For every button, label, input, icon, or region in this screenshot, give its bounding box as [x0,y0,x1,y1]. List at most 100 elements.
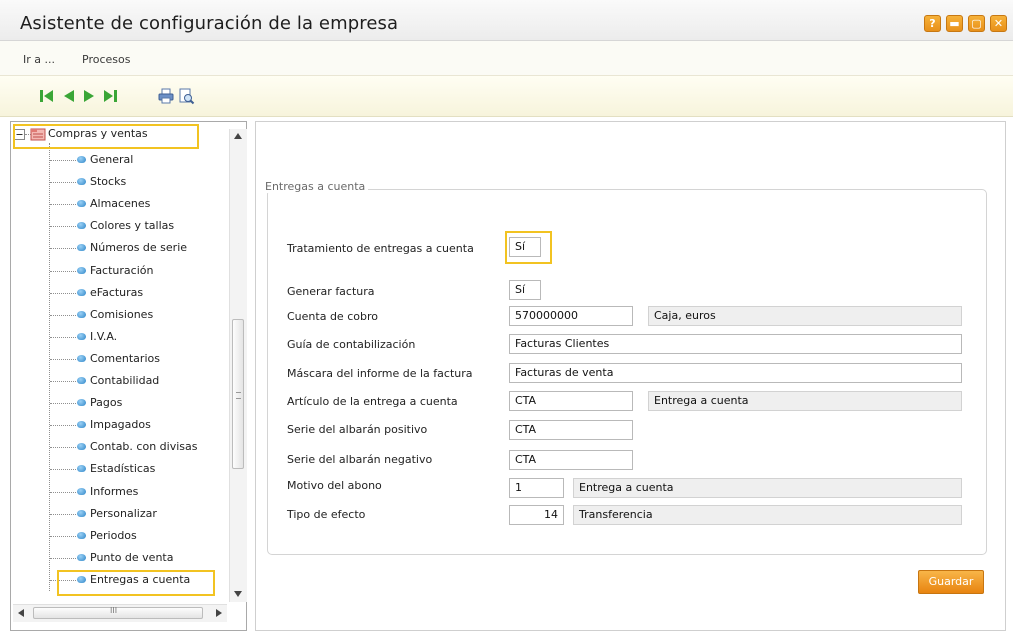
tree-connector [50,337,76,338]
last-record-icon[interactable] [101,87,119,105]
tree-connector [50,514,76,515]
generar-factura-field[interactable]: Sí [509,280,541,300]
leaf-icon [77,200,86,207]
cuenta-cobro-field[interactable]: 570000000 [509,306,633,326]
tree-connector [50,425,76,426]
grip-icon: III [110,606,118,615]
tree-connector [50,182,76,183]
horizontal-scroll-thumb[interactable]: III [33,606,203,619]
label-mascara: Máscara del informe de la factura [287,367,473,380]
next-record-icon[interactable] [80,87,98,105]
tree-item[interactable]: Impagados [90,416,151,434]
window-title: Asistente de configuración de la empresa [20,13,399,34]
serie-positivo-field[interactable]: CTA [509,420,633,440]
leaf-icon [77,267,86,274]
tree-item[interactable]: I.V.A. [90,328,117,346]
menu-bar: Ir a ... Procesos [0,41,1013,76]
tree-connector [49,143,50,591]
articulo-field[interactable]: CTA [509,391,633,411]
tree-item[interactable]: Facturación [90,262,153,280]
close-button[interactable]: ✕ [990,15,1007,32]
print-preview-icon[interactable] [177,87,195,105]
tree-item[interactable]: Informes [90,483,138,501]
leaf-icon [77,355,86,362]
vertical-scroll-thumb[interactable] [232,319,244,469]
leaf-icon [77,465,86,472]
tree-item[interactable]: Almacenes [90,195,150,213]
leaf-icon [77,178,86,185]
tree-item[interactable]: Contabilidad [90,372,159,390]
serie-negativo-field[interactable]: CTA [509,450,633,470]
tree-item[interactable]: Stocks [90,173,126,191]
tree-item[interactable]: Estadísticas [90,460,155,478]
leaf-icon [77,333,86,340]
leaf-icon [77,156,86,163]
motivo-description: Entrega a cuenta [573,478,962,498]
minimize-button[interactable]: ▬ [946,15,963,32]
tree-connector [50,492,76,493]
tree-connector [50,359,76,360]
motivo-field[interactable]: 1 [509,478,564,498]
tree-item[interactable]: Contab. con divisas [90,438,197,456]
title-bar: Asistente de configuración de la empresa… [0,0,1013,41]
tree-connector [50,558,76,559]
highlight-entregas-a-cuenta [57,570,215,596]
tree-connector [50,403,76,404]
leaf-icon [77,488,86,495]
tree-item[interactable]: Punto de venta [90,549,173,567]
tree-connector [50,447,76,448]
label-tratamiento: Tratamiento de entregas a cuenta [287,242,474,255]
save-button[interactable]: Guardar [918,570,984,594]
tree-connector [50,248,76,249]
setup-wizard-window: Asistente de configuración de la empresa… [0,0,1013,636]
help-button[interactable]: ? [924,15,941,32]
tree-item[interactable]: eFacturas [90,284,143,302]
tree-connector [50,315,76,316]
print-icon[interactable] [157,87,175,105]
leaf-icon [77,311,86,318]
scroll-left-icon[interactable] [18,609,24,617]
tree-connector [50,226,76,227]
menu-ir-a[interactable]: Ir a ... [23,53,55,66]
tree-connector [50,204,76,205]
guia-field[interactable]: Facturas Clientes [509,334,962,354]
tree-item[interactable]: Números de serie [90,239,187,257]
group-title: Entregas a cuenta [262,180,369,193]
leaf-icon [77,244,86,251]
tree-item[interactable]: Periodos [90,527,137,545]
tree-item[interactable]: Comisiones [90,306,153,324]
previous-record-icon[interactable] [60,87,78,105]
toolbar [0,76,1013,117]
maximize-button[interactable]: ▢ [968,15,985,32]
highlight-tratamiento [505,231,552,264]
label-serie-negativo: Serie del albarán negativo [287,453,433,466]
navigation-tree: Compras y ventas III General Stocks Almace… [10,121,247,631]
menu-procesos[interactable]: Procesos [82,53,130,66]
scroll-down-icon[interactable] [234,591,242,597]
label-cuenta-cobro: Cuenta de cobro [287,310,378,323]
tree-connector [50,381,76,382]
tree-connector [50,160,76,161]
leaf-icon [77,222,86,229]
tree-item[interactable]: Pagos [90,394,122,412]
scroll-right-icon[interactable] [216,609,222,617]
mascara-field[interactable]: Facturas de venta [509,363,962,383]
leaf-icon [77,421,86,428]
tree-item[interactable]: Comentarios [90,350,160,368]
leaf-icon [77,377,86,384]
tree-item[interactable]: General [90,151,133,169]
first-record-icon[interactable] [38,87,56,105]
horizontal-scrollbar[interactable]: III [13,604,227,622]
tree-item[interactable]: Colores y tallas [90,217,174,235]
label-guia: Guía de contabilización [287,338,416,351]
tipo-efecto-description: Transferencia [573,505,962,525]
tipo-efecto-field[interactable]: 14 [509,505,564,525]
cuenta-cobro-description: Caja, euros [648,306,962,326]
leaf-icon [77,510,86,517]
leaf-icon [77,399,86,406]
tree-connector [50,293,76,294]
scroll-up-icon[interactable] [234,133,242,139]
tree-item[interactable]: Personalizar [90,505,157,523]
vertical-scrollbar[interactable] [229,129,247,602]
window-controls: ? ▬ ▢ ✕ [924,15,1007,32]
